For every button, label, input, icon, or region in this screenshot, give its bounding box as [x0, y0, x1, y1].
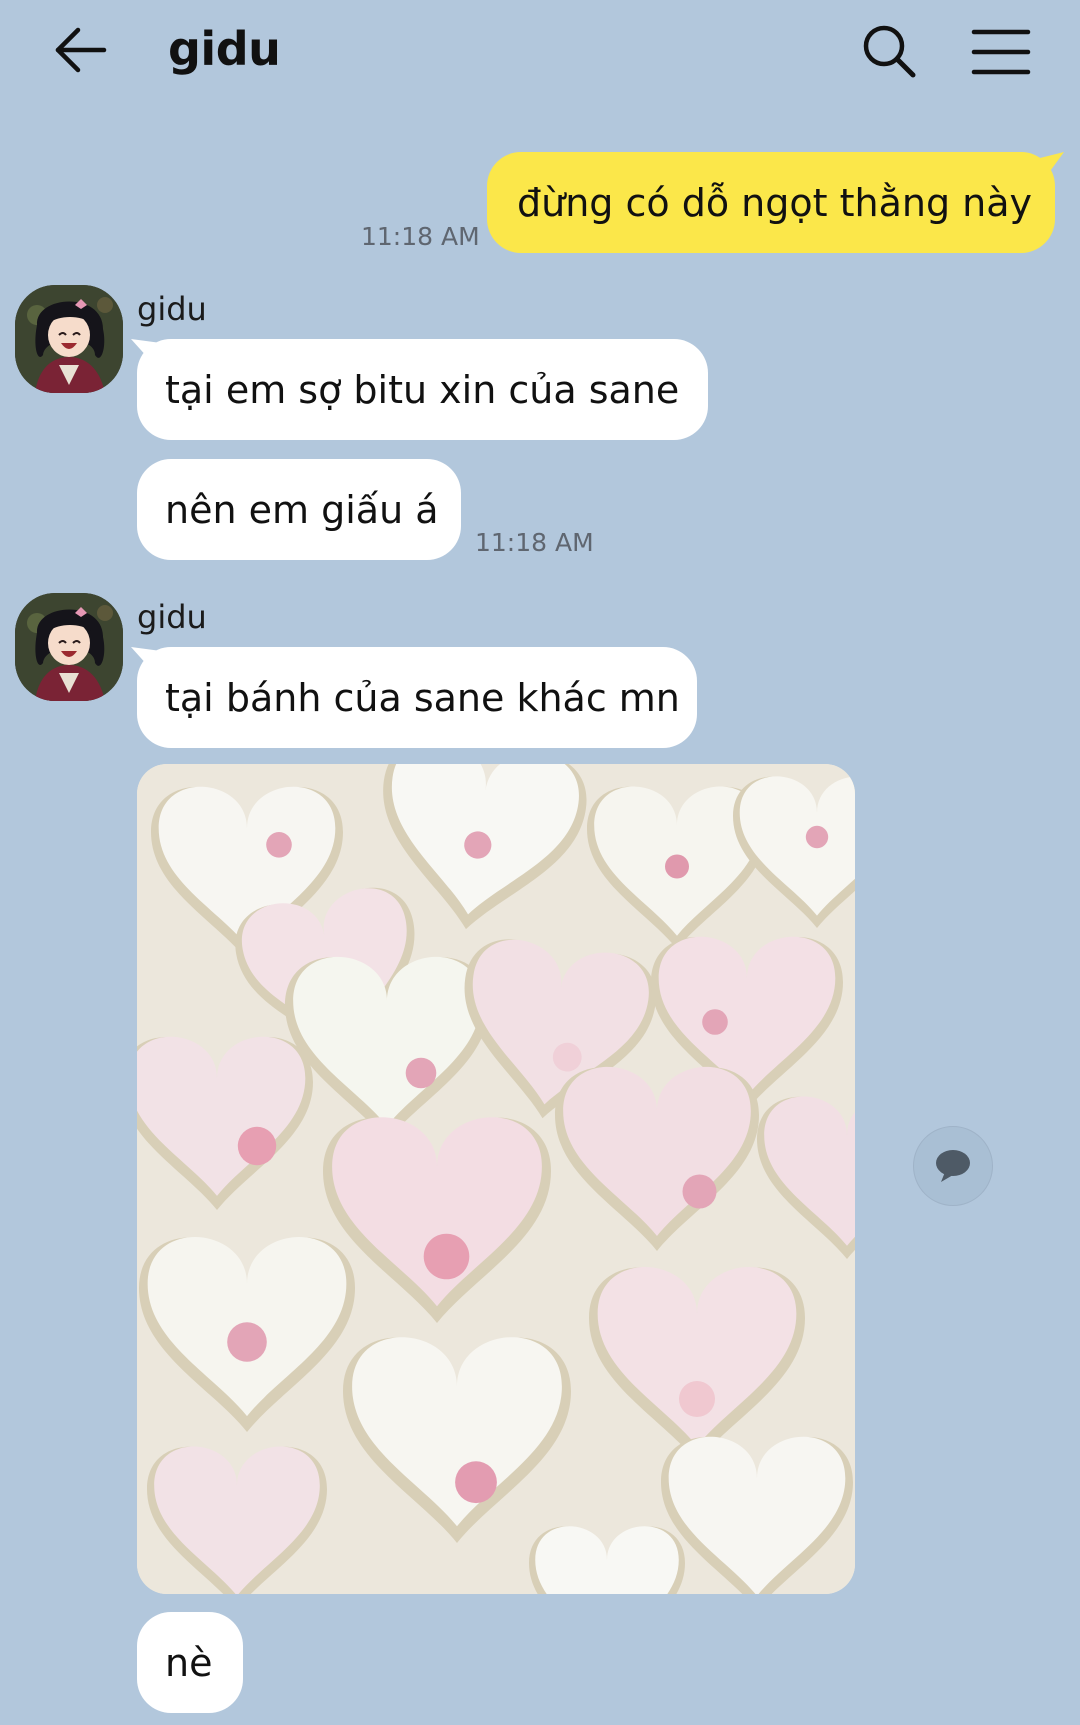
photo-message[interactable]	[137, 764, 855, 1594]
chat-header: gidu	[0, 0, 1080, 110]
message-time: 11:18 AM	[475, 528, 594, 557]
message-bubble[interactable]: nên em giấu á	[137, 459, 461, 560]
arrow-left-icon	[55, 27, 107, 73]
my-message-bubble[interactable]: đừng có dỗ ngọt thằng này	[487, 152, 1055, 253]
sender-name: gidu	[137, 290, 207, 328]
message-text: tại bánh của sane khác mn	[165, 675, 680, 720]
avatar[interactable]	[15, 285, 123, 393]
message-text: nè	[165, 1640, 213, 1685]
message-time: 11:18 AM	[361, 222, 480, 251]
comment-button[interactable]	[913, 1126, 993, 1206]
message-text: nên em giấu á	[165, 487, 439, 532]
message-text: tại em sợ bitu xin của sane	[165, 367, 680, 412]
speech-bubble-icon	[936, 1150, 970, 1182]
search-button[interactable]	[860, 22, 920, 82]
message-bubble[interactable]: nè	[137, 1612, 243, 1713]
hamburger-menu-icon	[971, 29, 1031, 75]
avatar[interactable]	[15, 593, 123, 701]
bubble-tail	[1040, 152, 1064, 174]
sender-name: gidu	[137, 598, 207, 636]
avatar-image	[15, 285, 123, 393]
message-text: đừng có dỗ ngọt thằng này	[517, 180, 1033, 225]
menu-button[interactable]	[970, 24, 1034, 80]
back-button[interactable]	[52, 20, 122, 80]
avatar-image	[15, 593, 123, 701]
heart-cookies-photo	[137, 764, 855, 1594]
message-bubble[interactable]: tại em sợ bitu xin của sane	[137, 339, 708, 440]
chat-title: gidu	[168, 22, 281, 76]
message-bubble[interactable]: tại bánh của sane khác mn	[137, 647, 697, 748]
search-icon	[863, 25, 916, 78]
